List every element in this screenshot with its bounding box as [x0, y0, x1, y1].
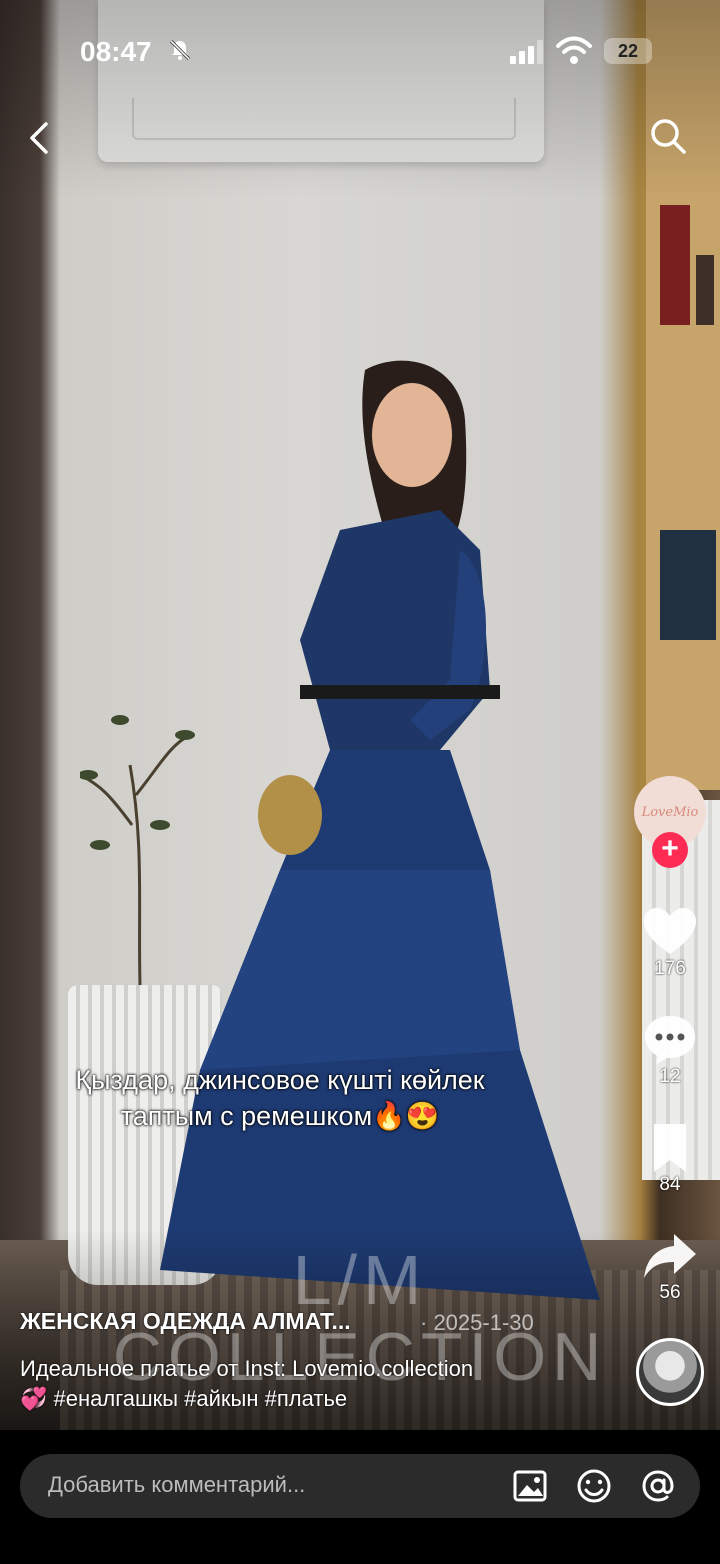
bell-muted-icon: [169, 39, 191, 61]
battery-indicator: 22: [604, 38, 652, 64]
share-icon[interactable]: [640, 1228, 700, 1284]
description-line-1: Идеальное платье от Inst: Lovemio.collec…: [20, 1356, 474, 1381]
post-date: · 2025-1-30: [420, 1310, 534, 1335]
emoji-icon[interactable]: [574, 1466, 614, 1506]
music-disc-avatar[interactable]: [636, 1338, 704, 1406]
image-icon[interactable]: [510, 1466, 550, 1506]
woman-in-denim-dress: [160, 360, 600, 1300]
caption-line-1: Қыздар, джинсовое күшті көйлек: [75, 1065, 485, 1095]
status-bar: 08:47 22: [0, 30, 720, 78]
comment-placeholder: Добавить комментарий...: [48, 1472, 306, 1497]
cellular-signal-icon: [510, 40, 543, 64]
comment-bar: Добавить комментарий...: [0, 1430, 720, 1564]
save-count: 84: [659, 1174, 681, 1195]
like-count: 176: [654, 958, 686, 979]
heart-icon[interactable]: [640, 904, 700, 960]
comment-icon[interactable]: [640, 1012, 700, 1068]
mention-icon[interactable]: [638, 1466, 678, 1506]
video-frame[interactable]: L/M COLLECTION Қыздар, джинсовое күшті к…: [0, 0, 720, 1430]
clock: 08:47: [80, 36, 152, 67]
bookmark-icon[interactable]: [640, 1120, 700, 1176]
video-caption: Қыздар, джинсовое күшті көйлек таптым с …: [20, 1062, 540, 1134]
post-description[interactable]: Идеальное платье от Inst: Lovemio.collec…: [20, 1354, 580, 1414]
wifi-icon: [556, 36, 592, 64]
comment-input[interactable]: Добавить комментарий...: [20, 1454, 700, 1518]
search-icon[interactable]: [648, 116, 688, 156]
creator-avatar-logo: LoveMio: [641, 804, 699, 820]
author-name[interactable]: ЖЕНСКАЯ ОДЕЖДА АЛМАТ...: [20, 1308, 351, 1335]
follow-button[interactable]: +: [652, 832, 688, 868]
share-count: 56: [659, 1282, 681, 1303]
caption-line-2: таптым с ремешком🔥😍: [120, 1101, 440, 1131]
description-line-2: 💞 #еналгашкы #айкын #платье: [20, 1386, 348, 1411]
back-chevron-icon[interactable]: [22, 118, 58, 158]
comment-count: 12: [659, 1066, 681, 1087]
